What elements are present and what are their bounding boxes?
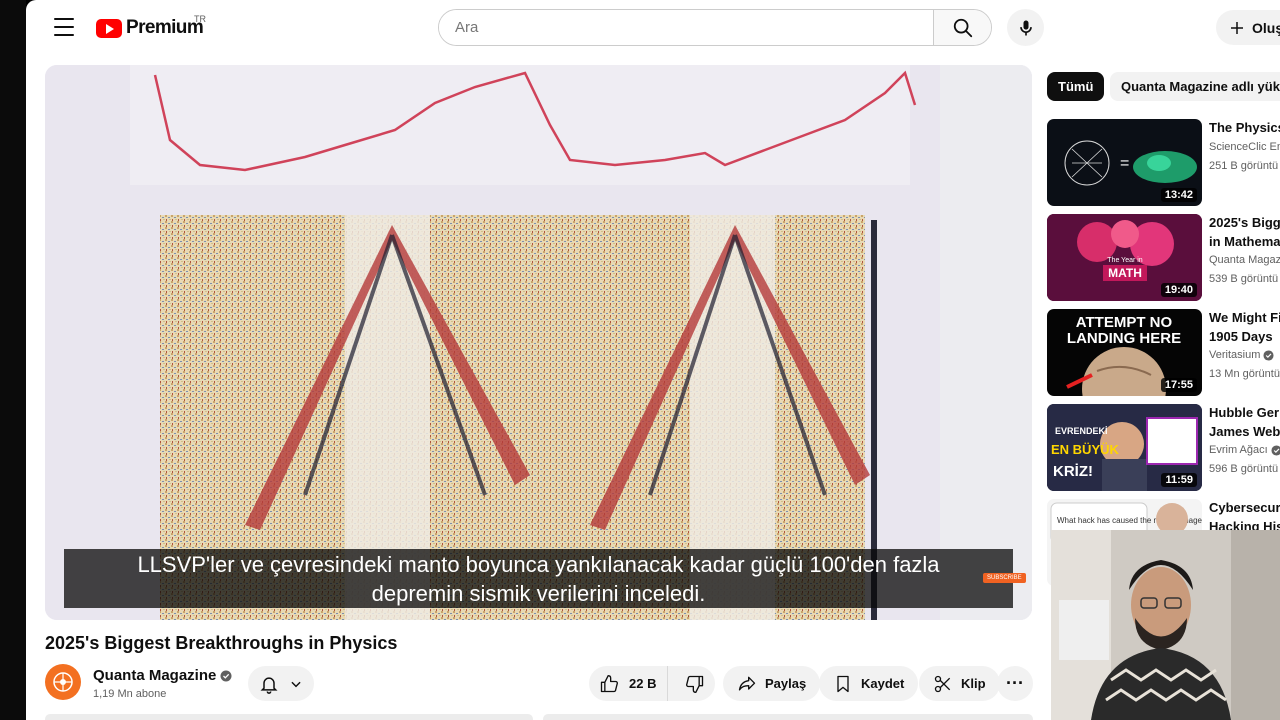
channel-name: Quanta Magazine: [93, 667, 217, 684]
attempt-line-1: ATTEMPT NO: [1076, 314, 1173, 331]
attempt-line-2: LANDING HERE: [1067, 330, 1181, 347]
share-label: Paylaş: [765, 676, 807, 691]
evrim-line-3: KRİZ!: [1053, 463, 1093, 480]
notification-button[interactable]: [248, 666, 314, 701]
youtube-premium-logo[interactable]: Premium: [96, 17, 204, 39]
left-dark-strip: [0, 0, 26, 720]
recommendation-views: 539 B görüntü: [1209, 273, 1279, 285]
save-button[interactable]: Kaydet: [819, 666, 919, 701]
more-horizontal-icon: ···: [1006, 673, 1024, 693]
video-player[interactable]: LLSVP'ler ve çevresindeki manto boyunca …: [45, 65, 1032, 620]
recommendation-channel-link[interactable]: Veritasium: [1209, 349, 1274, 361]
subscriber-count: 1,19 Mn abone: [93, 688, 167, 700]
share-button[interactable]: Paylaş: [723, 666, 821, 701]
recommendation-title[interactable]: The Physics: [1209, 118, 1280, 137]
caption-line-2: depremin sismik verilerini inceledi.: [371, 580, 706, 606]
recommendation-channel[interactable]: ScienceClic En: [1209, 141, 1280, 153]
youtube-play-icon: [96, 18, 122, 38]
voice-search-button[interactable]: [1007, 9, 1044, 46]
like-dislike-group: 22 B: [589, 666, 715, 701]
thumbs-down-icon: [686, 675, 704, 693]
verified-icon: [1271, 444, 1280, 456]
recommendation-views: 13 Mn görüntü: [1209, 368, 1280, 380]
dislike-button[interactable]: [676, 666, 715, 701]
recommendation-title[interactable]: We Might Fir: [1209, 308, 1280, 327]
quanta-logo-icon: [53, 672, 73, 692]
clip-button[interactable]: Klip: [919, 666, 1000, 701]
recommendation-channel: Evrim Ağacı: [1209, 444, 1268, 456]
svg-text:=: =: [1120, 155, 1129, 172]
video-duration: 11:59: [1161, 473, 1197, 487]
save-label: Kaydet: [861, 676, 905, 691]
chip-channel-uploads[interactable]: Quanta Magazine adlı yükle: [1110, 72, 1280, 101]
more-actions-button[interactable]: ···: [997, 666, 1033, 701]
create-button[interactable]: Oluş: [1216, 10, 1280, 45]
verified-icon: [220, 670, 232, 681]
search-button[interactable]: [933, 10, 991, 45]
verified-icon: [1263, 349, 1274, 361]
recommendation-title[interactable]: Cybersecurit: [1209, 498, 1280, 517]
bookmark-icon: [837, 675, 849, 692]
subscribe-watermark: SUBSCRIBE: [983, 573, 1026, 583]
recommendation-title-line2[interactable]: James Webb: [1209, 422, 1280, 441]
logo-text: Premium: [126, 17, 204, 38]
create-label: Oluş: [1252, 19, 1280, 36]
recommendation-views: 596 B görüntü: [1209, 463, 1279, 475]
video-duration: 13:42: [1160, 188, 1197, 202]
comments-box-edge: [543, 714, 1033, 720]
scissors-icon: [934, 675, 951, 692]
caption-line-1: LLSVP'ler ve çevresindeki manto boyunca …: [137, 551, 940, 577]
like-count: 22 B: [629, 676, 657, 691]
microphone-icon: [1019, 20, 1032, 35]
bell-icon: [260, 676, 278, 694]
recommendation-title[interactable]: 2025's Bigge: [1209, 213, 1280, 232]
recommendation-channel[interactable]: Quanta Magaz: [1209, 254, 1280, 266]
chevron-down-icon: [291, 681, 301, 687]
chip-all[interactable]: Tümü: [1047, 72, 1105, 101]
menu-icon[interactable]: [54, 18, 74, 36]
recommendation-title-line2[interactable]: in Mathemat: [1209, 232, 1280, 251]
webcam-person-image: [1051, 530, 1280, 720]
recommendation-thumbnail[interactable]: EVRENDEKİ EN BÜYÜK KRİZ! 11:59: [1047, 404, 1202, 491]
channel-avatar[interactable]: [45, 664, 81, 700]
math-big-text: MATH: [1108, 266, 1142, 280]
webcam-overlay: [1051, 530, 1280, 720]
share-icon: [738, 676, 756, 690]
evrim-line-2: EN BÜYÜK: [1051, 442, 1120, 457]
recommendation-views: 251 B görüntü: [1209, 160, 1279, 172]
recommendation-title-line2[interactable]: 1905 Days: [1209, 327, 1273, 346]
search-box: [438, 9, 992, 46]
search-input[interactable]: [439, 10, 933, 45]
subtitle-caption: LLSVP'ler ve çevresindeki manto boyunca …: [64, 549, 1013, 608]
recommendation-title[interactable]: Hubble Geril: [1209, 403, 1280, 422]
region-code: TR: [194, 14, 206, 24]
search-icon: [953, 18, 972, 37]
math-small-text: The Year in: [1107, 257, 1143, 264]
like-button[interactable]: 22 B: [589, 666, 668, 701]
plus-icon: [1231, 21, 1243, 34]
seismic-plot-frame: [45, 65, 1032, 620]
description-box-edge: [45, 714, 533, 720]
video-duration: 17:55: [1160, 378, 1197, 392]
channel-name-link[interactable]: Quanta Magazine: [93, 667, 232, 684]
thumbs-up-icon: [600, 674, 618, 692]
recommendation-channel: Veritasium: [1209, 349, 1261, 361]
recommendation-thumbnail[interactable]: The Year in MATH 19:40: [1047, 214, 1202, 301]
video-duration: 19:40: [1160, 283, 1197, 297]
recommendation-thumbnail[interactable]: = 13:42: [1047, 119, 1202, 206]
evrim-line-1: EVRENDEKİ: [1055, 426, 1108, 436]
video-title: 2025's Biggest Breakthroughs in Physics: [45, 633, 398, 653]
recommendation-thumbnail[interactable]: ATTEMPT NO LANDING HERE 17:55: [1047, 309, 1202, 396]
recommendation-channel-link[interactable]: Evrim Ağacı: [1209, 444, 1280, 456]
clip-label: Klip: [961, 676, 986, 691]
